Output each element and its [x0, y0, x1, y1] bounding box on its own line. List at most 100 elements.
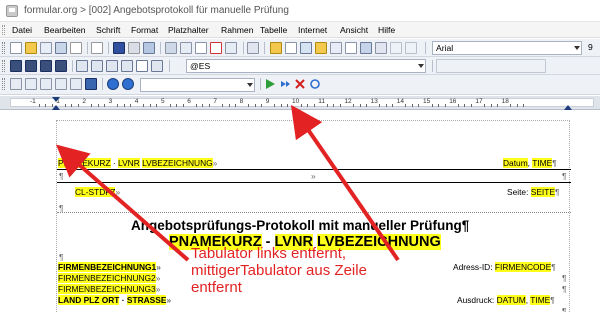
superscript-icon[interactable]	[25, 78, 37, 90]
ruler-number: 6	[187, 98, 191, 105]
options-icon[interactable]	[405, 42, 417, 54]
field-select[interactable]	[140, 78, 255, 92]
paragraph-icon[interactable]	[136, 60, 148, 72]
placeholder-datum-ausdruck[interactable]: DATUM	[496, 295, 526, 305]
font-grow-icon[interactable]	[10, 78, 22, 90]
style-select[interactable]: @ES	[186, 59, 426, 73]
properties-icon[interactable]	[70, 42, 82, 54]
size-select[interactable]	[436, 59, 546, 73]
placeholder-pnamekurz[interactable]: PNAMEKURZ	[58, 158, 111, 168]
ruler-tick	[123, 104, 125, 107]
template-icon[interactable]	[300, 42, 312, 54]
save-icon[interactable]	[113, 42, 125, 54]
image-icon[interactable]	[225, 42, 237, 54]
menu-internet[interactable]: Internet	[298, 25, 327, 35]
menu-bearbeiten[interactable]: Bearbeiten	[44, 25, 86, 35]
numbering-icon[interactable]	[121, 60, 133, 72]
copy-icon[interactable]	[128, 42, 140, 54]
ruler-number: 17	[475, 98, 483, 105]
window-title: formular.org > [002] Angebotsprotokoll f…	[24, 5, 289, 16]
toolbar-grip-icon[interactable]	[2, 78, 5, 90]
menu-hilfe[interactable]: Hilfe	[378, 25, 395, 35]
placeholder-cl-stdfz[interactable]: CL-STDFZ	[75, 187, 116, 197]
toolbar-grip-icon[interactable]	[2, 60, 5, 72]
refresh-icon[interactable]	[309, 78, 321, 90]
delete-icon[interactable]	[210, 42, 222, 54]
ruler-number: -1	[30, 98, 36, 105]
ruler[interactable]: -1 1 2 3 4 5 6 7 8 9 10 11 12 13 14 15 16 17 18	[0, 96, 600, 110]
menu-ansicht[interactable]: Ansicht	[340, 25, 368, 35]
indent-icon[interactable]	[76, 60, 88, 72]
font-size-select[interactable]: 9	[588, 42, 593, 52]
align-right-icon[interactable]	[40, 60, 52, 72]
font-name-value: Arial	[436, 43, 454, 53]
underline-icon[interactable]	[85, 78, 97, 90]
chevron-down-icon[interactable]	[418, 64, 424, 68]
zoom-icon[interactable]	[360, 42, 372, 54]
font-name-select[interactable]: Arial	[432, 41, 582, 55]
open-icon[interactable]	[25, 42, 37, 54]
ruler-tick	[405, 104, 407, 107]
placeholder-lvbezeichnung[interactable]: LVBEZEICHNUNG	[142, 158, 213, 168]
chevron-down-icon[interactable]	[247, 83, 253, 87]
right-indent-marker[interactable]	[564, 105, 572, 110]
unlink-icon[interactable]	[390, 42, 402, 54]
placeholder-strasse[interactable]: STRASSE	[126, 295, 167, 305]
table-icon[interactable]	[195, 42, 207, 54]
ruler-tick	[307, 104, 309, 107]
menu-rahmen[interactable]: Rahmen	[221, 25, 253, 35]
placeholder-lvnr[interactable]: LVNR	[118, 158, 140, 168]
placeholder-firmenbezeichnung3[interactable]: FIRMENBEZEICHNUNG3	[58, 284, 156, 294]
ruler-tick	[195, 104, 197, 107]
link-icon[interactable]	[375, 42, 387, 54]
placeholder-time-ausdruck[interactable]: TIME	[530, 295, 551, 305]
placeholder-land-plz-ort[interactable]: LAND PLZ ORT	[58, 295, 120, 305]
spellcheck-icon[interactable]	[345, 42, 357, 54]
align-center-icon[interactable]	[25, 60, 37, 72]
folder-icon[interactable]	[270, 42, 282, 54]
find-icon[interactable]	[247, 42, 259, 54]
new-doc-icon[interactable]	[10, 42, 22, 54]
web-link-icon[interactable]	[122, 78, 134, 90]
firm-line-1: FIRMENBEZEICHNUNG1»	[58, 262, 161, 272]
cut-icon[interactable]	[91, 42, 103, 54]
bullets-icon[interactable]	[106, 60, 118, 72]
stop-icon[interactable]	[294, 78, 306, 90]
menu-tabelle[interactable]: Tabelle	[260, 25, 287, 35]
menu-schrift[interactable]: Schrift	[96, 25, 120, 35]
preview-icon[interactable]	[55, 42, 67, 54]
outdent-icon[interactable]	[91, 60, 103, 72]
menu-platzhalter[interactable]: Platzhalter	[168, 25, 209, 35]
step-icon[interactable]	[279, 78, 291, 90]
menu-bar: Datei Bearbeiten Schrift Format Platzhal…	[0, 22, 600, 38]
redo-icon[interactable]	[180, 42, 192, 54]
tab-arrow: »	[311, 171, 316, 181]
document-icon[interactable]	[285, 42, 297, 54]
left-indent-marker[interactable]	[52, 105, 60, 110]
ruler-tick	[280, 104, 282, 107]
undo-icon[interactable]	[165, 42, 177, 54]
export-icon[interactable]	[330, 42, 342, 54]
toolbar-grip-icon[interactable]	[2, 42, 5, 54]
align-left-icon[interactable]	[10, 60, 22, 72]
menu-grip-icon[interactable]	[2, 25, 5, 35]
menu-format[interactable]: Format	[131, 25, 158, 35]
archive-icon[interactable]	[315, 42, 327, 54]
play-icon[interactable]	[264, 78, 276, 90]
border-icon[interactable]	[151, 60, 163, 72]
placeholder-firmenbezeichnung2[interactable]: FIRMENBEZEICHNUNG2	[58, 273, 156, 283]
paste-icon[interactable]	[143, 42, 155, 54]
placeholder-firmencode[interactable]: FIRMENCODE	[494, 262, 552, 272]
placeholder-datum[interactable]: Datum	[503, 158, 528, 168]
chevron-down-icon[interactable]	[574, 46, 580, 50]
italic-icon[interactable]	[70, 78, 82, 90]
web-icon[interactable]	[107, 78, 119, 90]
print-icon[interactable]	[40, 42, 52, 54]
subscript-icon[interactable]	[40, 78, 52, 90]
menu-datei[interactable]: Datei	[12, 25, 32, 35]
placeholder-seite[interactable]: SEITE	[530, 187, 555, 197]
bold-icon[interactable]	[55, 78, 67, 90]
placeholder-firmenbezeichnung1[interactable]: FIRMENBEZEICHNUNG1	[58, 262, 157, 272]
placeholder-time[interactable]: TIME	[532, 158, 553, 168]
justify-icon[interactable]	[55, 60, 67, 72]
